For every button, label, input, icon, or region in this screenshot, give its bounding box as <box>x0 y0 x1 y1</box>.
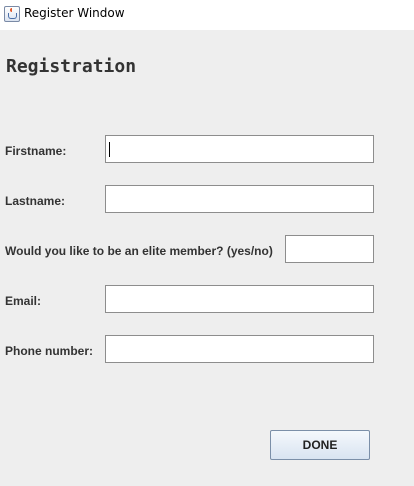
elite-member-label: Would you like to be an elite member? (y… <box>5 244 273 258</box>
page-title: Registration <box>6 56 137 77</box>
email-field[interactable] <box>105 285 374 313</box>
firstname-field[interactable] <box>105 135 374 163</box>
lastname-field[interactable] <box>105 185 374 213</box>
phone-number-label: Phone number: <box>5 344 94 358</box>
title-bar[interactable]: Register Window <box>0 0 414 30</box>
elite-member-field[interactable] <box>285 235 374 263</box>
firstname-label: Firstname: <box>5 144 67 158</box>
phone-number-field[interactable] <box>105 335 374 363</box>
window-title: Register Window <box>24 6 125 20</box>
lastname-label: Lastname: <box>5 194 66 208</box>
done-button[interactable]: DONE <box>270 430 370 460</box>
text-caret <box>109 142 110 157</box>
java-cup-icon[interactable] <box>4 6 20 22</box>
email-label: Email: <box>5 294 42 308</box>
